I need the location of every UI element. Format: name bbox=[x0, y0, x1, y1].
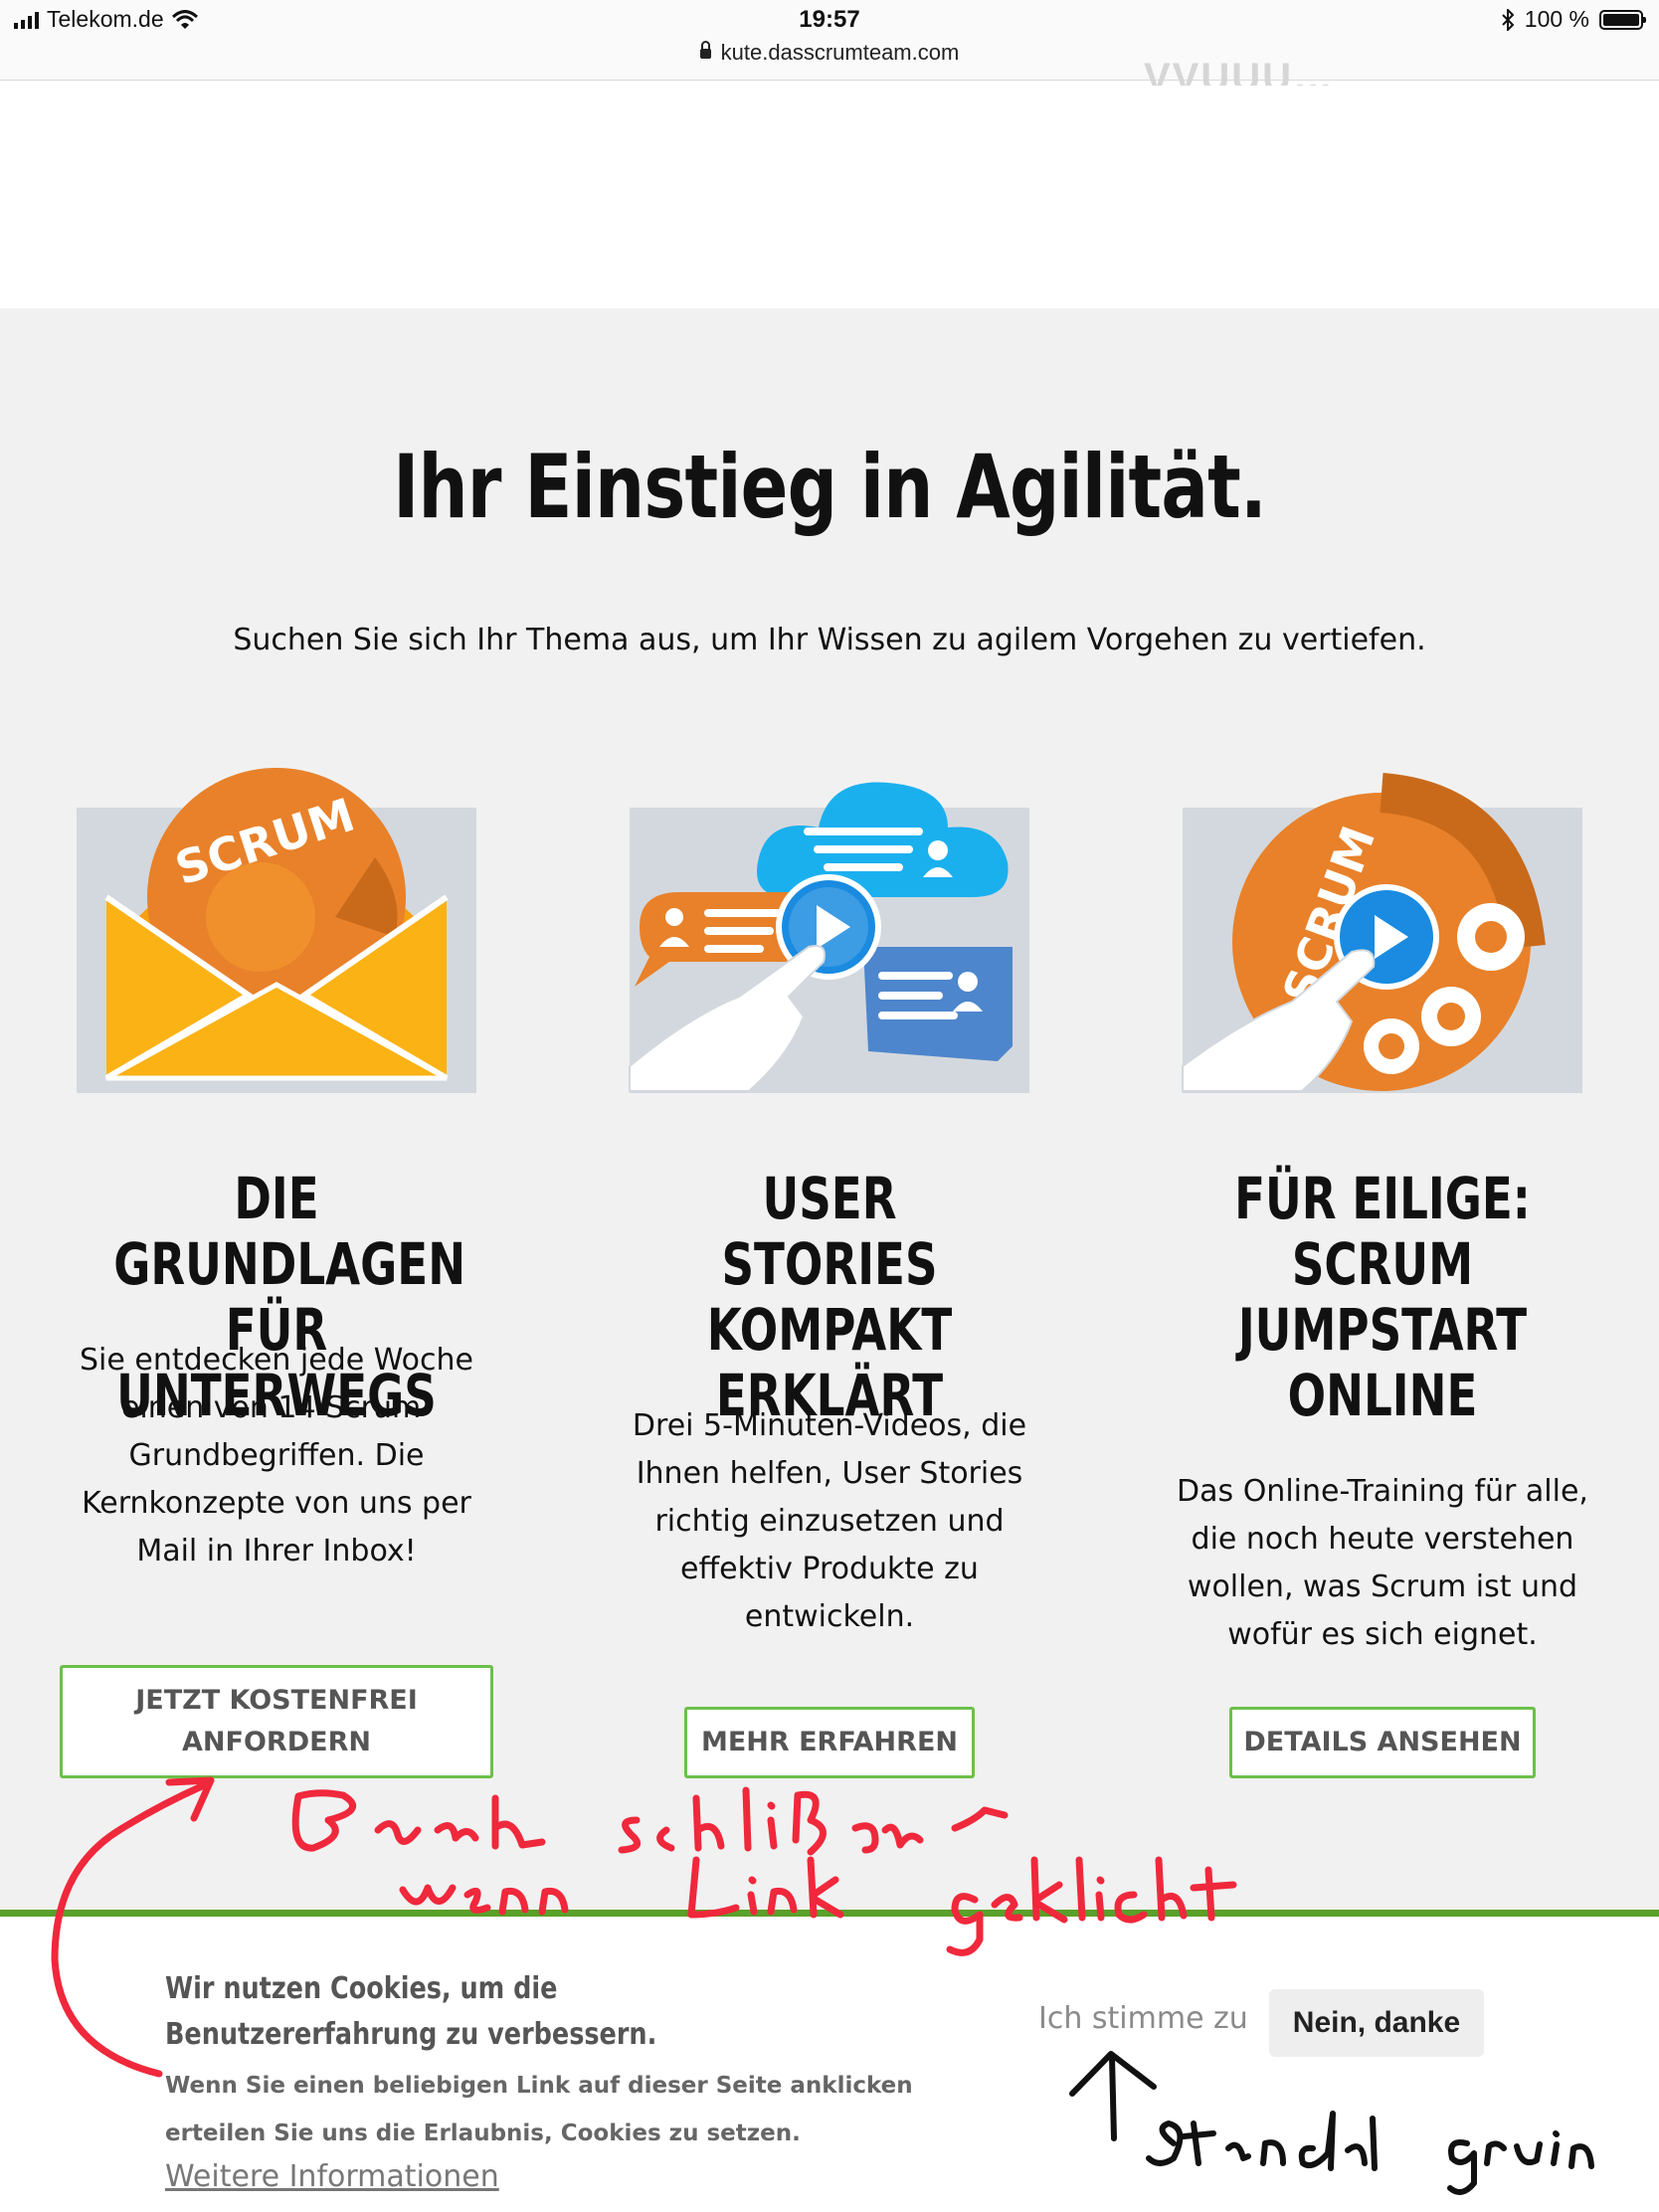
battery-percent: 100 % bbox=[1524, 6, 1589, 32]
battery-info: 100 % bbox=[1501, 6, 1646, 33]
handwritten-annotations bbox=[51, 1776, 1594, 2195]
card-text-jumpstart: Das Online-Training für alle, die noch h… bbox=[1177, 1474, 1588, 1652]
address-bar[interactable]: kute.dasscrumteam.com bbox=[0, 40, 1659, 66]
previous-section bbox=[0, 81, 1659, 308]
scrum-envelope-illustration: SCRUM bbox=[77, 768, 476, 1093]
training-icon: SCRUM bbox=[1182, 773, 1546, 1092]
video-chat-icon bbox=[629, 782, 1013, 1092]
cookie-title: Wir nutzen Cookies, um die Benutzererfah… bbox=[165, 1971, 657, 2052]
card-text-user-stories: Drei 5-Minuten-Videos, die Ihnen helfen,… bbox=[632, 1408, 1027, 1634]
faded-heading-fragment: VVUUU… bbox=[1144, 56, 1336, 86]
page-subtitle: Suchen Sie sich Ihr Thema aus, um Ihr Wi… bbox=[233, 623, 1426, 657]
user-stories-video-illustration bbox=[629, 782, 1029, 1093]
scrum-jumpstart-illustration: SCRUM bbox=[1182, 773, 1582, 1093]
url-text: kute.dasscrumteam.com bbox=[720, 40, 960, 65]
request-free-button[interactable]: JETZT KOSTENFREI ANFORDERN bbox=[60, 1665, 493, 1778]
card-text-grundlagen: Sie entdecken jede Woche einen von 14 Sc… bbox=[80, 1343, 473, 1568]
view-details-button[interactable]: DETAILS ANSEHEN bbox=[1229, 1707, 1536, 1778]
envelope-icon: SCRUM bbox=[104, 768, 449, 1081]
card-title-jumpstart: FÜR EILIGE: SCRUM JUMPSTART ONLINE bbox=[1234, 1165, 1531, 1429]
agree-button[interactable]: Ich stimme zu bbox=[1038, 2001, 1248, 2036]
card-title-user-stories: USER STORIES KOMPAKT ERKLÄRT bbox=[706, 1165, 953, 1429]
more-info-link[interactable]: Weitere Informationen bbox=[165, 2159, 499, 2194]
decline-button[interactable]: Nein, danke bbox=[1269, 1989, 1484, 2057]
clock: 19:57 bbox=[799, 6, 860, 33]
browser-status-bar: Telekom.de 19:57 kute.dasscrumteam.com 1… bbox=[0, 0, 1659, 81]
page-title: Ihr Einstieg in Agilität. bbox=[393, 436, 1267, 538]
lock-icon bbox=[699, 41, 711, 60]
learn-more-button[interactable]: MEHR ERFAHREN bbox=[684, 1707, 975, 1778]
cookie-banner: Wir nutzen Cookies, um die Benutzererfah… bbox=[0, 1910, 1659, 2212]
battery-icon bbox=[1599, 9, 1646, 30]
bluetooth-icon bbox=[1502, 8, 1515, 31]
cookie-text: Wenn Sie einen beliebigen Link auf diese… bbox=[165, 2073, 913, 2146]
